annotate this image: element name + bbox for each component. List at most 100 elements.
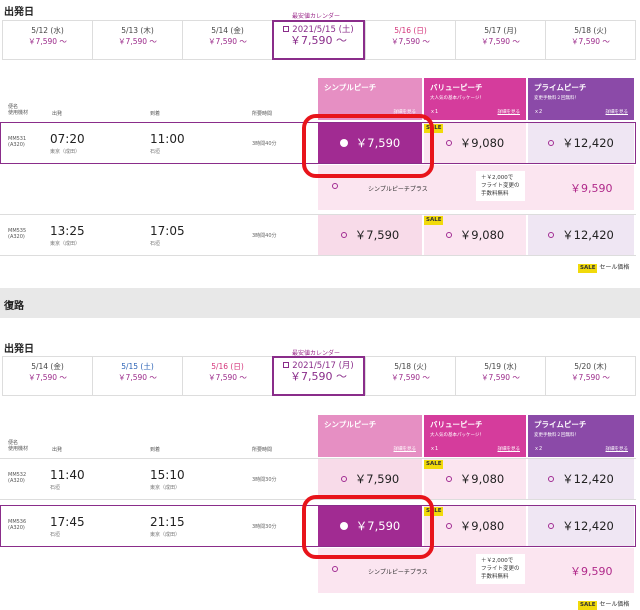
calendar-day[interactable]: 5/13 (木) ￥7,590 ～: [92, 20, 182, 60]
calendar-day[interactable]: 5/16 (日) ￥7,590 ～: [365, 20, 455, 60]
radio-button[interactable]: [548, 232, 555, 238]
fare-subtitle: 変更手数料２回無料！: [534, 433, 579, 438]
arrival-city: 石垣: [150, 241, 161, 247]
column-flight: 便名 使用機材: [8, 104, 29, 116]
calendar-date-text: 5/12 (水): [31, 26, 64, 35]
radio-button[interactable]: [340, 476, 347, 482]
calendar-day[interactable]: 5/12 (水) ￥7,590 ～: [2, 20, 92, 60]
plus-price: ￥9,590: [570, 182, 613, 195]
calendar-date-text: 5/18 (火): [394, 362, 427, 371]
aircraft-type: (A320): [8, 478, 25, 484]
calendar-date-text: 5/18 (火): [574, 26, 607, 35]
fare-detail-link[interactable]: 詳細を見る: [606, 109, 629, 115]
plus-label: シンプルピーチプラス: [368, 186, 428, 193]
radio-button[interactable]: [548, 523, 555, 529]
calendar-date-text: 5/14 (金): [31, 362, 64, 371]
baggage-count: ｘ1: [430, 446, 439, 452]
calendar-day[interactable]: 5/17 (月) ￥7,590 ～: [455, 20, 545, 60]
radio-button[interactable]: [445, 140, 452, 146]
return-date-label: 出発日: [4, 344, 34, 355]
fare-title: プライムピーチ: [534, 83, 587, 92]
fare-header-simple: シンプルピーチ 詳細を見る: [318, 415, 422, 457]
fare-title: シンプルピーチ: [324, 420, 377, 429]
departure-city: 東京（成田）: [50, 149, 81, 155]
calendar-day[interactable]: 5/14 (金) ￥7,590 ～: [182, 20, 272, 60]
calendar-day[interactable]: 5/18 (火) ￥7,590 ～: [365, 356, 455, 396]
calendar-date-text: 5/16 (日): [394, 26, 427, 35]
calendar-day[interactable]: 5/18 (火) ￥7,590 ～: [545, 20, 636, 60]
fare-header-prime: プライムピーチ 変更手数料２回無料！ ｘ2 詳細を見る: [528, 78, 634, 120]
sale-badge: SALE: [578, 601, 598, 610]
aircraft-type: (A320): [8, 525, 25, 531]
calendar-day[interactable]: 2021/5/17 (月) ￥7,590 ～: [272, 356, 365, 396]
fare-header-value: バリューピーチ 大人気の基本パッケージ！ ｘ1 詳細を見る: [424, 415, 526, 457]
fare-price: ￥12,420: [562, 228, 614, 242]
fare-prime-cell[interactable]: ￥12,420: [528, 506, 634, 546]
fare-prime-cell[interactable]: ￥12,420: [528, 215, 634, 255]
calendar-day[interactable]: 5/16 (日) ￥7,590 ～: [182, 356, 272, 396]
calendar-price: ￥7,590 ～: [571, 373, 610, 382]
plus-radio[interactable]: [332, 183, 338, 189]
radio-button[interactable]: [445, 476, 452, 482]
duration: 3時間40分: [252, 233, 277, 239]
plus-note: ＋￥2,000で フライト変更の 手数料無料: [476, 171, 525, 201]
calendar-price: ￥7,590 ～: [208, 37, 247, 46]
calendar-day[interactable]: 5/14 (金) ￥7,590 ～: [2, 356, 92, 396]
fare-price: ￥7,590: [354, 228, 400, 242]
column-dep: 出発: [52, 111, 63, 117]
calendar-date: 5/13 (木): [93, 26, 182, 36]
fare-subtitle: 変更手数料２回無料！: [534, 96, 579, 101]
calendar-day[interactable]: 2021/5/15 (土) ￥7,590 ～: [272, 20, 365, 60]
calendar-date-text: 5/19 (水): [484, 362, 517, 371]
calendar-date: 5/20 (木): [546, 362, 635, 372]
fare-detail-link[interactable]: 詳細を見る: [394, 446, 417, 452]
calendar-day[interactable]: 5/20 (木) ￥7,590 ～: [545, 356, 636, 396]
departure-city: 東京（成田）: [50, 241, 81, 247]
fare-simple-cell[interactable]: ￥7,590: [318, 215, 422, 255]
sale-badge: SALE: [424, 460, 444, 469]
calendar-day[interactable]: 5/15 (土) ￥7,590 ～: [92, 356, 182, 396]
calendar-date-text: 5/15 (土): [121, 362, 154, 371]
fare-detail-link[interactable]: 詳細を見る: [498, 446, 521, 452]
calendar-price: ￥7,590 ～: [290, 370, 347, 383]
fare-header-value: バリューピーチ 大人気の基本パッケージ！ ｘ1 詳細を見る: [424, 78, 526, 120]
plus-label: シンプルピーチプラス: [368, 569, 428, 576]
duration: 3時間40分: [252, 141, 277, 147]
arrival-city: 東京（成田）: [150, 485, 181, 491]
calendar-date: 5/16 (日): [366, 26, 455, 36]
fare-detail-link[interactable]: 詳細を見る: [606, 446, 629, 452]
annotation-highlight: [302, 114, 434, 178]
departure-city: 石垣: [50, 532, 61, 538]
fare-simple-cell[interactable]: ￥7,590: [318, 459, 422, 499]
radio-button[interactable]: [445, 232, 452, 238]
radio-button[interactable]: [445, 523, 452, 529]
radio-button[interactable]: [548, 476, 555, 482]
fare-prime-cell[interactable]: ￥12,420: [528, 459, 634, 499]
fare-detail-link[interactable]: 詳細を見る: [498, 109, 521, 115]
calendar-icon: [283, 362, 290, 368]
fare-header-prime: プライムピーチ 変更手数料２回無料！ ｘ2 詳細を見る: [528, 415, 634, 457]
calendar-date: 5/15 (土): [93, 362, 182, 372]
departure-time: 13:25: [50, 224, 85, 238]
column-dep: 出発: [52, 447, 63, 453]
calendar-day[interactable]: 5/19 (水) ￥7,590 ～: [455, 356, 545, 396]
aircraft-type: (A320): [8, 142, 25, 148]
calendar-price: ￥7,590 ～: [391, 373, 430, 382]
annotation-highlight: [302, 495, 434, 559]
fare-price: ￥9,080: [459, 228, 505, 242]
calendar-date: 5/18 (火): [546, 26, 635, 36]
arrival-time: 11:00: [150, 132, 185, 146]
fare-price: ￥7,590: [354, 472, 400, 486]
arrival-city: 東京（成田）: [150, 532, 181, 538]
calendar-price: ￥7,590 ～: [571, 37, 610, 46]
outbound-calendar: 5/12 (水) ￥7,590 ～ 5/13 (木) ￥7,590 ～ 5/14 (金)…: [2, 20, 636, 60]
baggage-count: ｘ1: [430, 109, 439, 115]
calendar-price: ￥7,590 ～: [118, 373, 157, 382]
aircraft-type: (A320): [8, 234, 25, 240]
sale-badge: SALE: [578, 264, 598, 273]
fare-prime-cell[interactable]: ￥12,420: [528, 123, 634, 163]
radio-button[interactable]: [548, 140, 555, 146]
radio-button[interactable]: [340, 232, 347, 238]
plus-radio[interactable]: [332, 566, 338, 572]
calendar-date: 5/17 (月): [456, 26, 545, 36]
